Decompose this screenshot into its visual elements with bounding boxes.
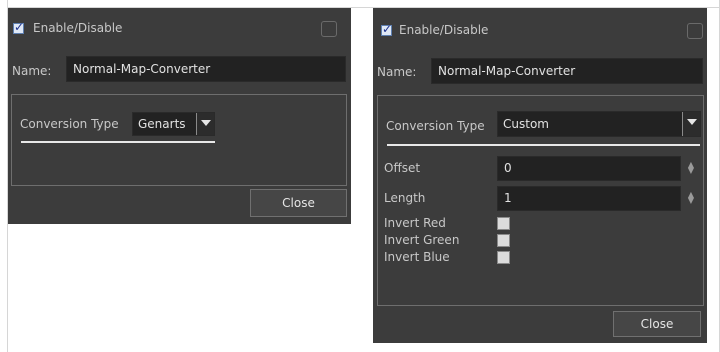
length-spinner-icon[interactable]: ▲ ▼ (687, 191, 695, 205)
name-field[interactable]: Normal-Map-Converter (431, 58, 703, 84)
chevron-down-icon[interactable] (682, 112, 700, 136)
left-dialog: ✓ Enable/Disable Name: Normal-Map-Conver… (8, 8, 351, 224)
invert-red-label: Invert Red (384, 216, 446, 230)
invert-green-label: Invert Green (384, 233, 460, 247)
conversion-group: Conversion Type Genarts (11, 94, 347, 186)
enable-checkbox[interactable]: ✓ (13, 20, 25, 34)
enable-label: Enable/Disable (399, 23, 489, 37)
check-icon: ✓ (382, 22, 393, 36)
offset-label: Offset (384, 161, 421, 175)
invert-blue-checkbox[interactable] (497, 251, 510, 264)
name-label: Name: (12, 64, 52, 78)
conversion-type-dropdown[interactable]: Custom (497, 111, 701, 137)
conversion-group: Conversion Type Custom Offset 0 ▲ ▼ Lengt… (377, 95, 704, 306)
name-field[interactable]: Normal-Map-Converter (66, 56, 346, 82)
panel-option-checkbox[interactable] (687, 23, 703, 39)
check-icon: ✓ (14, 20, 25, 34)
offset-input[interactable]: 0 (497, 156, 681, 181)
offset-spinner-icon[interactable]: ▲ ▼ (687, 161, 695, 175)
conversion-type-dropdown[interactable]: Genarts (132, 112, 215, 136)
length-input[interactable]: 1 (497, 186, 681, 211)
panel-option-checkbox[interactable] (321, 21, 337, 37)
invert-red-checkbox[interactable] (497, 217, 510, 230)
enable-label: Enable/Disable (33, 21, 123, 35)
close-button[interactable]: Close (250, 189, 347, 217)
chevron-down-icon[interactable] (196, 113, 214, 135)
separator-line (21, 141, 215, 143)
length-label: Length (384, 191, 426, 205)
separator-line (387, 144, 700, 146)
right-dialog: ✓ Enable/Disable Name: Normal-Map-Conver… (373, 8, 707, 343)
invert-blue-label: Invert Blue (384, 250, 450, 264)
conversion-type-value: Custom (503, 117, 549, 131)
invert-green-checkbox[interactable] (497, 234, 510, 247)
close-button[interactable]: Close (613, 311, 701, 337)
enable-checkbox[interactable]: ✓ (381, 22, 393, 36)
conversion-type-value: Genarts (138, 117, 186, 131)
name-label: Name: (377, 65, 417, 79)
conversion-type-label: Conversion Type (386, 119, 485, 133)
conversion-type-label: Conversion Type (20, 117, 119, 131)
